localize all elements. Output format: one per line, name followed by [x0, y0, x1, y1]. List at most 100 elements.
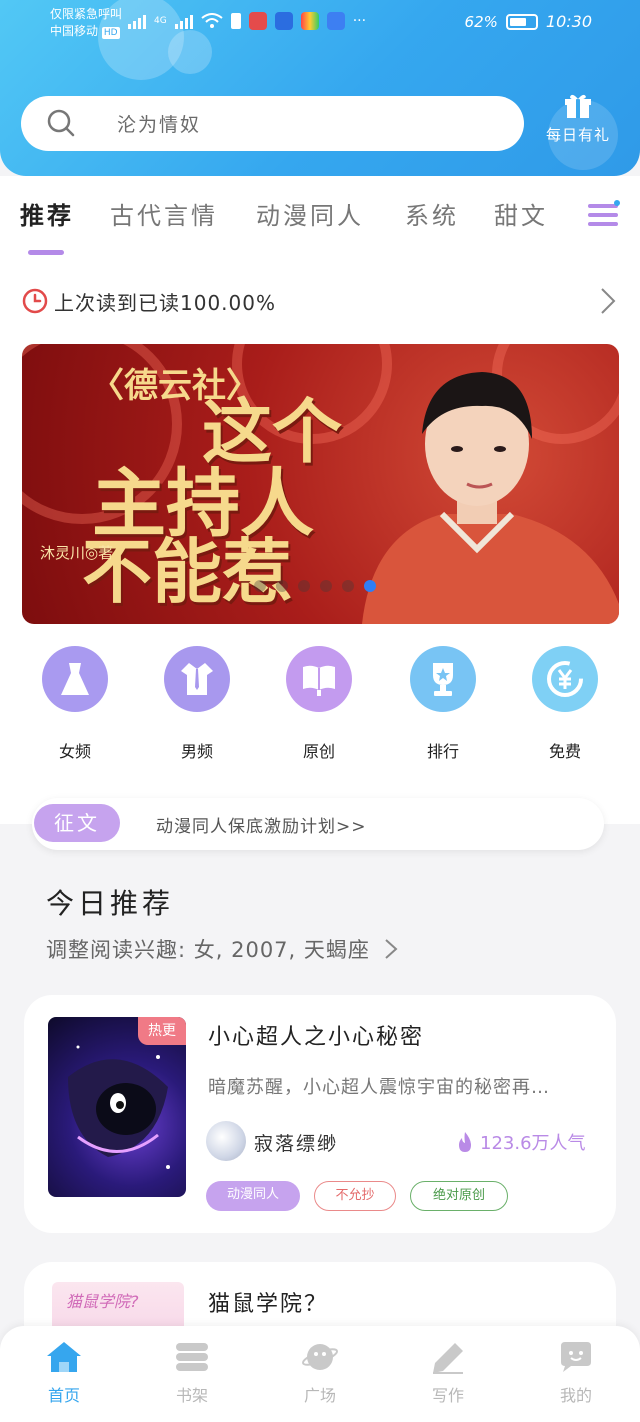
interest-settings-text: 调整阅读兴趣: 女, 2007, 天蝎座: [46, 938, 370, 962]
search-placeholder: 沦为情奴: [117, 114, 202, 136]
wifi-icon: [201, 13, 223, 28]
battery-icon: [505, 13, 538, 30]
last-read-text: 上次读到已读100.00%: [54, 291, 276, 315]
notification-app-icon: [326, 12, 345, 30]
nav-label: 我的: [559, 1386, 592, 1405]
book-description: 暗魔苏醒，小心超人震惊宇宙的秘密再…: [208, 1077, 550, 1098]
carousel-dot[interactable]: [276, 580, 288, 592]
home-icon: [47, 1342, 81, 1372]
carrier-info: 仅限紧急呼叫 中国移动 HD: [50, 6, 122, 40]
category-original[interactable]: 原创: [274, 646, 364, 762]
nav-write[interactable]: 写作: [408, 1340, 488, 1406]
bottom-navigation: 首页 书架 广场 写作 我的: [0, 1326, 640, 1422]
shirt-icon: [181, 663, 213, 695]
carousel-dot[interactable]: [320, 580, 332, 592]
carousel-dot[interactable]: [298, 580, 310, 592]
yen-coin-icon: [547, 661, 583, 697]
last-read-row[interactable]: 上次读到已读100.00%: [22, 282, 622, 322]
interest-settings-link[interactable]: 调整阅读兴趣: 女, 2007, 天蝎座: [46, 934, 398, 964]
status-right: 62% 10:30: [465, 12, 592, 31]
category-female[interactable]: 女频: [30, 646, 120, 762]
tab-system[interactable]: 系统: [405, 196, 459, 231]
cover-text: 猫鼠学院?: [66, 1292, 139, 1311]
notification-app-icon: [300, 12, 319, 30]
tab-active-indicator: [28, 250, 64, 255]
clock-time: 10:30: [545, 12, 592, 31]
category-label: 男频: [180, 742, 213, 761]
contest-badge: 征文: [34, 804, 120, 842]
carousel-indicator: [254, 580, 376, 592]
section-title: 今日推荐: [46, 887, 175, 920]
nav-square[interactable]: 广场: [280, 1340, 360, 1406]
nav-home[interactable]: 首页: [24, 1340, 104, 1406]
signal-icon: [128, 13, 146, 29]
search-icon: [47, 109, 75, 137]
gift-label: 每日有礼: [545, 126, 610, 144]
author-name: 寂落缥缈: [254, 1133, 339, 1155]
pen-icon: [433, 1343, 463, 1374]
contest-text: 动漫同人保底激励计划>>: [156, 817, 367, 837]
nav-label: 写作: [431, 1386, 464, 1405]
book-tag[interactable]: 动漫同人: [206, 1181, 300, 1211]
search-bar[interactable]: 沦为情奴: [21, 96, 524, 151]
contest-notice[interactable]: 征文 动漫同人保底激励计划>>: [32, 798, 604, 850]
category-male[interactable]: 男频: [152, 646, 242, 762]
nav-bookshelf[interactable]: 书架: [152, 1340, 232, 1406]
popularity-text: 123.6万人气: [480, 1133, 586, 1154]
carrier-line2: 中国移动: [50, 24, 99, 38]
carousel-dot[interactable]: [342, 580, 354, 592]
carousel-dot-active[interactable]: [364, 580, 376, 592]
tab-anime-fanfic[interactable]: 动漫同人: [256, 196, 364, 231]
planet-icon: [301, 1344, 339, 1370]
author-avatar: [206, 1121, 246, 1161]
banner-author: 沐灵川◎著: [40, 544, 114, 562]
menu-icon[interactable]: [586, 200, 622, 230]
book-card[interactable]: 热更 小心超人之小心秘密 暗魔苏醒，小心超人震惊宇宙的秘密再… 寂落缥缈 123…: [24, 995, 616, 1233]
hd-badge: HD: [101, 27, 120, 39]
status-bar: 仅限紧急呼叫 中国移动 HD 4G ··· 62% 10:30: [0, 0, 640, 46]
category-label: 女频: [58, 742, 91, 761]
category-label: 原创: [302, 742, 335, 761]
book-title: 猫鼠学院？: [208, 1292, 329, 1317]
book-cover: 热更: [48, 1017, 186, 1197]
bookshelf-icon: [176, 1343, 208, 1371]
header: 仅限紧急呼叫 中国移动 HD 4G ··· 62% 10:30 沦为情奴 每日有…: [0, 0, 640, 176]
book-tag[interactable]: 绝对原创: [410, 1181, 508, 1211]
banner-title-line3: 不能惹: [82, 530, 292, 613]
battery-percent: 62%: [464, 12, 498, 31]
notification-app-icon: [230, 13, 241, 29]
category-tabs: 推荐 古代言情 动漫同人 系统 甜文: [0, 196, 640, 256]
category-ranking[interactable]: 排行: [398, 646, 488, 762]
hot-update-badge: 热更: [138, 1017, 186, 1045]
book-tag[interactable]: 不允抄: [314, 1181, 396, 1211]
nav-label: 广场: [303, 1386, 336, 1405]
nav-label: 首页: [47, 1386, 80, 1405]
nav-me[interactable]: 我的: [536, 1340, 616, 1406]
book-icon: [303, 665, 335, 696]
tab-recommend[interactable]: 推荐: [20, 196, 74, 231]
tab-ancient-romance[interactable]: 古代言情: [110, 196, 218, 231]
chevron-right-icon: [384, 939, 398, 959]
clock-icon: [22, 288, 48, 314]
signal-icon: [174, 13, 193, 29]
category-label: 排行: [426, 742, 459, 761]
carrier-line1: 仅限紧急呼叫: [50, 7, 123, 21]
chat-face-icon: [561, 1342, 591, 1372]
network-label: 4G: [154, 16, 167, 26]
more-icon: ···: [352, 13, 367, 29]
category-label: 免费: [548, 742, 581, 761]
carousel-dot[interactable]: [254, 580, 266, 592]
category-free[interactable]: 免费: [520, 646, 610, 762]
tab-sweet[interactable]: 甜文: [494, 196, 548, 231]
category-shortcuts: 女频 男频 原创 排行 免费: [0, 646, 640, 776]
daily-gift-button[interactable]: 每日有礼: [543, 92, 613, 158]
nav-label: 书架: [175, 1386, 208, 1405]
notification-app-icon: [274, 12, 293, 30]
promo-banner[interactable]: 〈德云社〉 这个 主持人 不能惹 沐灵川◎著: [22, 344, 619, 624]
dress-icon: [61, 663, 89, 695]
book-title: 小心超人之小心秘密: [208, 1025, 425, 1050]
gift-icon: [565, 94, 591, 118]
popularity: 123.6万人气: [456, 1129, 586, 1155]
flame-icon: [459, 1132, 471, 1152]
trophy-icon: [433, 663, 453, 696]
